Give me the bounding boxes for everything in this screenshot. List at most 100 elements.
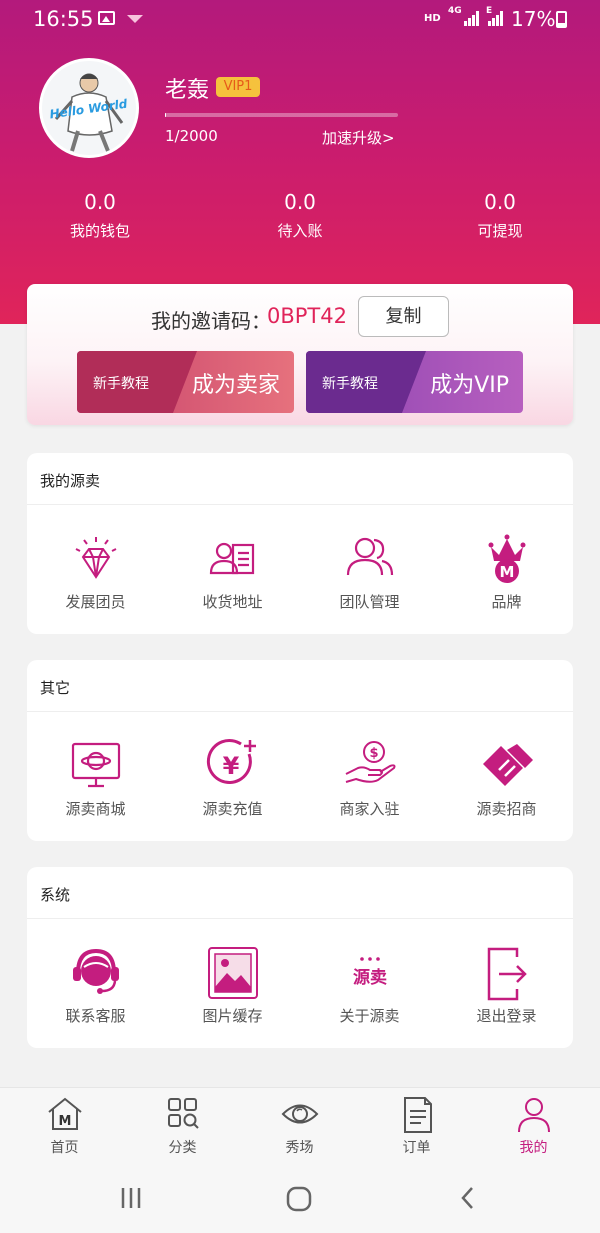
diamond-icon (75, 537, 116, 579)
headset-service-icon (72, 948, 119, 994)
home-icon: M (47, 1097, 82, 1130)
home-button-icon[interactable] (285, 1185, 313, 1213)
divider (27, 711, 573, 712)
menu-item-team-management[interactable]: 团队管理 (301, 529, 438, 612)
section-title: 系统 (40, 886, 71, 904)
stat-pending[interactable]: 0.0 待入账 (230, 190, 370, 241)
menu-item-yuanmai-mall[interactable]: 源卖商城 (27, 736, 164, 819)
section-my-yuanmai: 我的源卖 发展团员 收货地址 团队管理 M 品牌 (27, 453, 573, 634)
menu-item-label: 发展团员 (65, 593, 126, 611)
tab-home[interactable]: M 首页 (6, 1094, 123, 1157)
menu-item-label: 源卖商城 (65, 800, 126, 818)
recent-apps-icon[interactable] (118, 1185, 144, 1211)
yuan-recharge-icon: ¥ (206, 739, 256, 784)
menu-item-merchant-join[interactable]: $ 商家入驻 (301, 736, 438, 819)
address-card-icon (209, 542, 254, 575)
network-type: 4G (448, 6, 462, 16)
menu-item-label: 收货地址 (202, 593, 263, 611)
invite-card: 我的邀请码： 0BPT42 复制 新手教程 成为卖家 新手教程 成为VIP (27, 284, 573, 425)
logout-icon (487, 947, 527, 1001)
category-icon (167, 1098, 199, 1129)
tab-orders[interactable]: 订单 (358, 1094, 475, 1157)
vip-badge: VIP1 (216, 77, 260, 97)
stat-label: 可提现 (477, 222, 523, 240)
brand-crown-icon: M (488, 534, 525, 583)
copy-button[interactable]: 复制 (358, 296, 449, 337)
stat-label: 我的钱包 (69, 222, 130, 240)
mall-monitor-icon (71, 742, 120, 788)
section-title: 其它 (40, 679, 71, 697)
handshake-icon (482, 744, 533, 786)
menu-item-recruit-members[interactable]: 发展团员 (27, 529, 164, 612)
divider (27, 918, 573, 919)
stat-withdrawable[interactable]: 0.0 可提现 (430, 190, 570, 241)
menu-item-recharge[interactable]: ¥ 源卖充值 (164, 736, 301, 819)
svg-text:M: M (499, 563, 514, 581)
battery-icon (556, 11, 567, 28)
stat-value: 0.0 (284, 190, 316, 214)
gallery-notification-icon (98, 11, 115, 25)
menu-item-label: 源卖招商 (476, 800, 537, 818)
back-icon[interactable] (456, 1185, 480, 1211)
menu-item-about[interactable]: 源卖 关于源卖 (301, 943, 438, 1026)
team-icon (346, 537, 393, 576)
menu-item-label: 源卖充值 (202, 800, 263, 818)
menu-item-label: 团队管理 (339, 593, 400, 611)
menu-item-image-cache[interactable]: 图片缓存 (164, 943, 301, 1026)
eye-icon (281, 1104, 318, 1124)
username: 老轰 (165, 78, 210, 103)
divider (27, 504, 573, 505)
menu-item-brand[interactable]: M 品牌 (438, 529, 575, 612)
tab-profile[interactable]: 我的 (475, 1094, 592, 1157)
tab-label: 分类 (168, 1140, 197, 1156)
svg-text:源卖: 源卖 (353, 967, 387, 988)
hand-coin-icon: $ (345, 741, 395, 783)
tab-label: 首页 (50, 1140, 79, 1156)
profile-icon (517, 1098, 550, 1133)
menu-item-label: 联系客服 (65, 1007, 126, 1025)
menu-item-label: 商家入驻 (339, 800, 400, 818)
upgrade-link[interactable]: 加速升级> (322, 127, 395, 148)
menu-item-label: 关于源卖 (339, 1007, 400, 1025)
level-progress-text: 1/2000 (165, 127, 218, 145)
svg-text:M: M (58, 1114, 71, 1129)
image-cache-icon (207, 947, 258, 999)
bottom-tab-bar: M 首页 分类 秀场 订单 我的 (0, 1087, 600, 1165)
signal-icon-2 (488, 10, 508, 26)
section-system: 系统 联系客服 图片缓存 源卖 关于源卖 退出登录 (27, 867, 573, 1048)
svg-text:¥: ¥ (222, 752, 239, 780)
about-logo-icon: 源卖 (353, 957, 387, 988)
become-seller-banner[interactable]: 新手教程 成为卖家 (77, 351, 294, 413)
stat-value: 0.0 (484, 190, 516, 214)
svg-text:$: $ (369, 746, 378, 761)
avatar[interactable]: Hello World (39, 58, 139, 158)
promo-tutorial-label: 新手教程 (93, 376, 149, 392)
order-icon (403, 1097, 432, 1133)
menu-item-customer-service[interactable]: 联系客服 (27, 943, 164, 1026)
promo-tutorial-label: 新手教程 (322, 376, 378, 392)
section-others: 其它 源卖商城 ¥ 源卖充值 $ 商家入驻 源卖招商 (27, 660, 573, 841)
level-progress-bar (165, 113, 398, 117)
menu-item-shipping-address[interactable]: 收货地址 (164, 529, 301, 612)
stat-wallet[interactable]: 0.0 我的钱包 (30, 190, 170, 241)
tab-label: 订单 (402, 1140, 431, 1156)
menu-item-label: 品牌 (491, 593, 522, 611)
menu-item-label: 退出登录 (476, 1007, 537, 1025)
invite-code-label: 我的邀请码： (151, 309, 271, 333)
become-vip-banner[interactable]: 新手教程 成为VIP (306, 351, 523, 413)
tab-label: 秀场 (285, 1140, 314, 1156)
stat-label: 待入账 (277, 222, 323, 240)
menu-item-logout[interactable]: 退出登录 (438, 943, 575, 1026)
menu-item-label: 图片缓存 (202, 1007, 263, 1025)
hd-indicator: HD (424, 13, 441, 24)
battery-percent: 17% (511, 7, 556, 31)
promo-title: 成为卖家 (191, 373, 280, 398)
tab-label: 我的 (519, 1140, 548, 1156)
profile-header-background (0, 0, 600, 324)
tab-category[interactable]: 分类 (124, 1094, 241, 1157)
menu-item-investment[interactable]: 源卖招商 (438, 736, 575, 819)
tab-showcase[interactable]: 秀场 (241, 1094, 358, 1157)
promo-title: 成为VIP (430, 373, 509, 398)
signal-icon (464, 10, 484, 26)
status-bar: 16:55 HD 4G E 17% (0, 0, 600, 38)
